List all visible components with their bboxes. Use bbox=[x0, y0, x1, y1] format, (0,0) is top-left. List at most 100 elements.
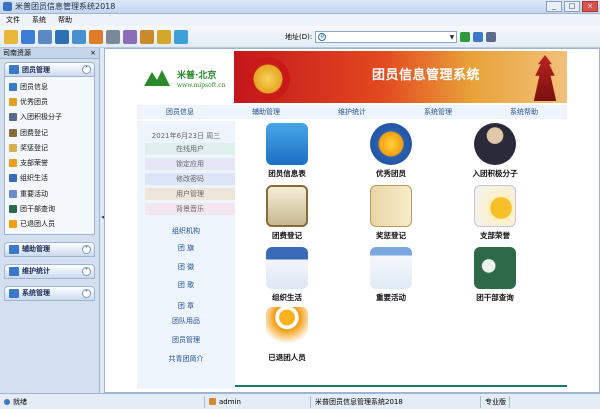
link-flag[interactable]: 团 旗 bbox=[137, 243, 235, 253]
chevron-down-icon[interactable]: ˅ bbox=[82, 266, 91, 276]
group-icon bbox=[9, 288, 19, 298]
user-icon[interactable] bbox=[157, 29, 171, 44]
lock-app-button[interactable]: 锁定应用 bbox=[145, 158, 235, 170]
sidebar-item-withdrawn[interactable]: 已退团人员 bbox=[5, 217, 94, 232]
grid-icon[interactable] bbox=[38, 29, 52, 44]
schedule-icon bbox=[370, 247, 412, 289]
window-title: 米普团员信息管理系统2018 bbox=[15, 2, 116, 11]
group-header-stats[interactable]: 维护统计 ˅ bbox=[4, 263, 95, 279]
view-icon[interactable] bbox=[21, 29, 35, 44]
brand-name: 米普·北京 bbox=[177, 71, 217, 81]
book-star-icon bbox=[370, 185, 412, 227]
link-supplies[interactable]: 团队用品 bbox=[137, 316, 235, 326]
link-member-mgmt[interactable]: 团员管理 bbox=[137, 335, 235, 345]
menu-system[interactable]: 系统 bbox=[32, 15, 46, 25]
group-icon bbox=[9, 266, 19, 276]
panel-title: 司南资源 × bbox=[0, 48, 99, 59]
sidebar-item-honor[interactable]: 支部荣誉 bbox=[5, 155, 94, 170]
exit-icon[interactable] bbox=[174, 29, 188, 44]
monitor-icon[interactable] bbox=[72, 29, 86, 44]
go-icon[interactable] bbox=[460, 32, 471, 42]
tile-honor[interactable]: 支部荣誉 bbox=[465, 185, 525, 241]
minimize-button[interactable]: _ bbox=[546, 1, 562, 12]
exit-person-icon bbox=[9, 220, 17, 229]
online-users-button[interactable]: 在线用户 bbox=[145, 143, 235, 155]
settings-icon[interactable] bbox=[486, 32, 497, 42]
info-icon bbox=[4, 398, 10, 405]
group-header-aux[interactable]: 辅助管理 ˅ bbox=[4, 241, 95, 257]
tile-excellent-member[interactable]: 优秀团员 bbox=[361, 123, 421, 179]
star-badge-icon bbox=[370, 123, 412, 165]
sidebar-item-cadre[interactable]: 团干部查询 bbox=[5, 201, 94, 216]
refresh-icon[interactable] bbox=[473, 32, 484, 42]
top-nav: 团员信息 辅助管理 维护统计 系统管理 系统帮助 bbox=[137, 105, 567, 119]
nav-stats[interactable]: 维护统计 bbox=[309, 105, 395, 119]
fee-icon bbox=[9, 128, 17, 137]
tile-activist[interactable]: 入团积极分子 bbox=[465, 123, 525, 179]
group-header-system[interactable]: 系统管理 ˅ bbox=[4, 285, 95, 301]
link-league-intro[interactable]: 共青团简介 bbox=[137, 354, 235, 364]
status-app: 米普团员信息管理系统2018 bbox=[311, 395, 481, 408]
group-icon bbox=[9, 65, 19, 74]
database-icon[interactable] bbox=[55, 29, 69, 44]
tile-member-info[interactable]: 团员信息表 bbox=[257, 123, 317, 179]
tile-fee[interactable]: 团费登记 bbox=[257, 185, 317, 241]
chevron-down-icon[interactable]: ˅ bbox=[82, 244, 91, 254]
date-display: 2021年6月23日 周三 bbox=[151, 132, 221, 140]
menu-help[interactable]: 帮助 bbox=[58, 15, 72, 25]
chevron-down-icon[interactable]: ▼ bbox=[450, 34, 455, 41]
menu-bar: 文件 系统 帮助 bbox=[0, 14, 600, 26]
address-input[interactable]: e ▼ bbox=[315, 31, 458, 43]
sidebar-item-reward[interactable]: 奖惩登记 bbox=[5, 140, 94, 155]
tile-org-life[interactable]: 组织生活 bbox=[257, 247, 317, 303]
members-icon bbox=[266, 123, 308, 165]
change-password-button[interactable]: 修改密码 bbox=[145, 173, 235, 185]
tile-reward[interactable]: 奖惩登记 bbox=[361, 185, 421, 241]
chevron-up-icon[interactable]: ˄ bbox=[82, 65, 91, 74]
group-icon bbox=[9, 244, 19, 254]
title-bar: 米普团员信息管理系统2018 _ □ × bbox=[0, 0, 600, 14]
side-nav: 2021年6月23日 周三 在线用户 锁定应用 修改密码 用户管理 背景音乐 组… bbox=[137, 121, 235, 389]
people-icon bbox=[474, 123, 516, 165]
sidebar-item-member-info[interactable]: 团员信息 bbox=[5, 79, 94, 94]
calendar-icon bbox=[266, 247, 308, 289]
banner-title: 团员信息管理系统 bbox=[372, 68, 481, 83]
new-icon[interactable] bbox=[4, 29, 18, 44]
link-organization[interactable]: 组织机构 bbox=[137, 226, 235, 236]
user-management-button[interactable]: 用户管理 bbox=[145, 188, 235, 200]
calendar-icon bbox=[9, 174, 17, 183]
tile-withdrawn[interactable]: 已退团人员 bbox=[257, 307, 317, 363]
status-ready: 就绪 bbox=[0, 395, 205, 408]
address-bar: 地址(D): e ▼ bbox=[285, 31, 497, 43]
lock-icon[interactable] bbox=[140, 29, 154, 44]
chevron-down-icon[interactable]: ˅ bbox=[82, 288, 91, 298]
tile-activity[interactable]: 重要活动 bbox=[361, 247, 421, 303]
link-song[interactable]: 团 歌 bbox=[137, 280, 235, 290]
tile-cadre[interactable]: 团干部查询 bbox=[465, 247, 525, 303]
ie-icon: e bbox=[318, 33, 327, 41]
sidebar-item-fee[interactable]: 团费登记 bbox=[5, 125, 94, 140]
logo: 米普·北京 www.mipsoft.cn bbox=[137, 51, 234, 103]
running-person-icon bbox=[266, 307, 308, 349]
sidebar-item-excellent[interactable]: 优秀团员 bbox=[5, 94, 94, 109]
sidebar-item-org-life[interactable]: 组织生活 bbox=[5, 171, 94, 186]
nav-system[interactable]: 系统管理 bbox=[395, 105, 481, 119]
group-header-member[interactable]: 团员管理 ˄ bbox=[4, 62, 95, 77]
maximize-button[interactable]: □ bbox=[564, 1, 580, 12]
menu-file[interactable]: 文件 bbox=[6, 15, 20, 25]
print-icon[interactable] bbox=[106, 29, 120, 44]
sidebar-item-activity[interactable]: 重要活动 bbox=[5, 186, 94, 201]
background-music-button[interactable]: 背景音乐 bbox=[145, 203, 235, 215]
print-preview-icon[interactable] bbox=[123, 29, 137, 44]
sidebar-item-activist[interactable]: 入团积极分子 bbox=[5, 110, 94, 125]
banner-image: 团员信息管理系统 bbox=[234, 51, 567, 103]
link-emblem[interactable]: 团 徽 bbox=[137, 262, 235, 272]
star-icon bbox=[9, 97, 17, 106]
home-icon[interactable] bbox=[89, 29, 103, 44]
nav-member-info[interactable]: 团员信息 bbox=[137, 105, 223, 119]
nav-aux[interactable]: 辅助管理 bbox=[223, 105, 309, 119]
close-button[interactable]: × bbox=[582, 1, 598, 12]
pin-icon: × bbox=[90, 49, 96, 57]
link-charter[interactable]: 团 章 bbox=[137, 301, 235, 311]
nav-help[interactable]: 系统帮助 bbox=[481, 105, 567, 119]
